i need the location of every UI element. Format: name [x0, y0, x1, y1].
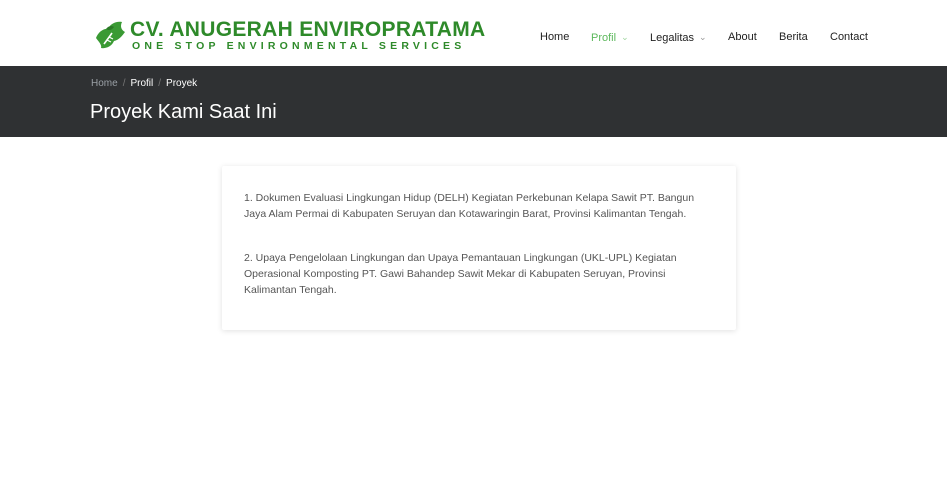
nav-profil[interactable]: Profil ⌄: [591, 30, 629, 45]
chevron-down-icon: ⌄: [699, 32, 707, 42]
breadcrumb-separator: /: [158, 78, 162, 89]
breadcrumb-profil[interactable]: Profil: [130, 78, 153, 89]
nav-contact[interactable]: Contact: [830, 30, 868, 44]
nav-home-label: Home: [540, 31, 570, 43]
nav-legalitas[interactable]: Legalitas ⌄: [650, 30, 707, 45]
breadcrumb-current: Proyek: [166, 78, 198, 89]
brand-name: CV. ANUGERAH ENVIROPRATAMA: [130, 18, 486, 41]
project-item-1: 1. Dokumen Evaluasi Lingkungan Hidup (DE…: [244, 192, 695, 220]
nav-berita[interactable]: Berita: [779, 30, 808, 44]
nav-contact-label: Contact: [830, 31, 868, 43]
breadcrumb: Home / Profil / Proyek: [91, 77, 197, 90]
site-header: CV. ANUGERAH ENVIROPRATAMA ONE STOP ENVI…: [0, 0, 947, 66]
project-item-2: 2. Upaya Pengelolaan Lingkungan dan Upay…: [244, 252, 677, 296]
nav-legalitas-label: Legalitas: [650, 32, 695, 44]
nav-about-label: About: [728, 31, 757, 43]
page-title: Proyek Kami Saat Ini: [90, 101, 277, 123]
projects-card: 1. Dokumen Evaluasi Lingkungan Hidup (DE…: [222, 166, 736, 330]
breadcrumb-home[interactable]: Home: [91, 78, 118, 89]
nav-profil-label: Profil: [591, 32, 617, 44]
nav-home[interactable]: Home: [540, 30, 569, 44]
breadcrumb-separator: /: [122, 78, 126, 89]
nav-about[interactable]: About: [728, 30, 757, 44]
page-banner: Home / Profil / Proyek Proyek Kami Saat Ini: [0, 66, 947, 137]
chevron-down-icon: ⌄: [621, 32, 629, 42]
brand-tagline: ONE STOP ENVIRONMENTAL SERVICES: [132, 40, 466, 52]
leaf-map-icon: [96, 21, 125, 49]
nav-berita-label: Berita: [779, 31, 808, 43]
brand-logo[interactable]: CV. ANUGERAH ENVIROPRATAMA ONE STOP ENVI…: [92, 16, 485, 56]
